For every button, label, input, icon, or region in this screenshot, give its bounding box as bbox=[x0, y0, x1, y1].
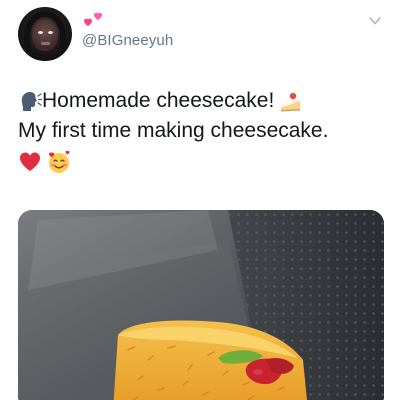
tweet-line-1-text: Homemade cheesecake! bbox=[42, 89, 275, 112]
tweet-card: @BIGneeyuh Homemade cheesecake! My first… bbox=[0, 0, 400, 400]
shortcake-icon bbox=[281, 92, 301, 112]
tweet-line-2-text: My first time making cheesecake. bbox=[18, 119, 329, 142]
smiling-face-with-hearts-icon bbox=[49, 150, 70, 173]
tweet-emoji-row bbox=[18, 149, 388, 175]
chevron-down-icon[interactable] bbox=[368, 14, 382, 28]
speaking-head-icon bbox=[21, 92, 42, 111]
avatar-face bbox=[32, 19, 58, 51]
avatar[interactable] bbox=[18, 7, 72, 61]
user-handle[interactable]: @BIGneeyuh bbox=[82, 32, 173, 49]
tweet-line-2: My first time making cheesecake. bbox=[18, 116, 388, 146]
cheesecake-photo-icon bbox=[18, 210, 384, 400]
red-heart-icon bbox=[20, 152, 40, 171]
avatar-eye-left bbox=[38, 31, 43, 34]
tweet-line-1: Homemade cheesecake! bbox=[18, 86, 388, 116]
avatar-eye-right bbox=[48, 31, 53, 34]
tweet-text: Homemade cheesecake! My first time makin… bbox=[18, 86, 388, 175]
tweet-photo[interactable] bbox=[18, 210, 384, 400]
avatar-lips bbox=[41, 42, 50, 45]
two-hearts-icon bbox=[84, 12, 102, 26]
